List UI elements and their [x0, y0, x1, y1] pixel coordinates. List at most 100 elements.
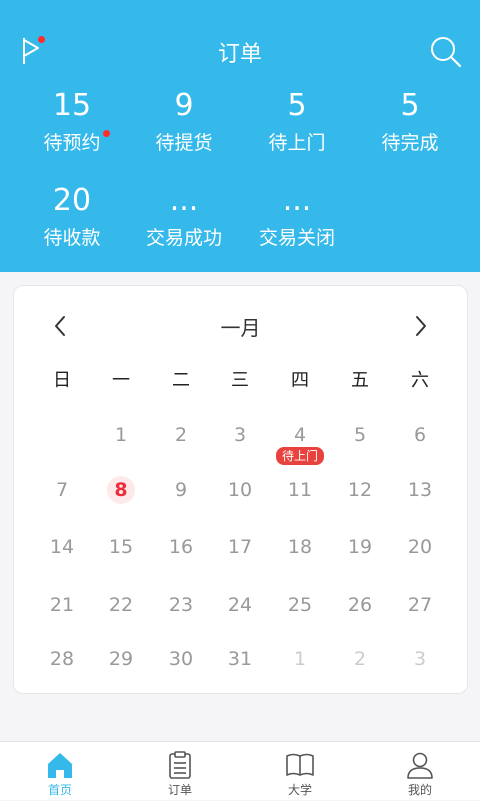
calendar-day[interactable]: 18 [270, 535, 330, 559]
calendar-day[interactable]: 30 [151, 647, 211, 671]
calendar-day[interactable]: 21 [32, 593, 92, 617]
tab-mine[interactable]: 我的 [360, 742, 480, 801]
day-number: 22 [108, 594, 134, 616]
day-number: 30 [168, 648, 194, 670]
day-number: 31 [227, 648, 253, 670]
stat-pending-visit[interactable]: 5 待上门 [237, 88, 357, 155]
day-number: 3 [413, 648, 427, 670]
stat-deal-success[interactable]: ... 交易成功 [124, 183, 244, 250]
calendar-day[interactable]: 2 [330, 647, 390, 671]
calendar-day[interactable]: 1 [91, 423, 151, 447]
day-number: 2 [353, 648, 367, 670]
day-number: 1 [114, 424, 128, 446]
stat-pending-pickup[interactable]: 9 待提货 [124, 88, 244, 155]
calendar-day[interactable]: 28 [32, 647, 92, 671]
calendar-day[interactable]: 27 [390, 593, 450, 617]
stat-value: 5 [400, 88, 420, 123]
calendar-day[interactable]: 29 [91, 647, 151, 671]
calendar-day[interactable]: 4 待上门 [270, 423, 330, 465]
stat-value: 5 [287, 88, 307, 123]
day-number: 5 [353, 424, 367, 446]
user-icon [405, 750, 435, 780]
day-number: 15 [108, 536, 134, 558]
calendar-day[interactable]: 9 [151, 478, 211, 502]
header: 订单 15 待预约 9 待提货 5 待上门 5 待完成 20 待收款 ... 交… [0, 0, 480, 272]
calendar-day[interactable]: 5 [330, 423, 390, 447]
calendar-day[interactable]: 22 [91, 593, 151, 617]
tab-orders[interactable]: 订单 [120, 742, 240, 801]
calendar-day[interactable]: 25 [270, 593, 330, 617]
stat-label: 交易成功 [145, 227, 222, 249]
day-number: 27 [407, 594, 433, 616]
calendar-day[interactable]: 17 [210, 535, 270, 559]
calendar-day[interactable]: 24 [210, 593, 270, 617]
tab-label: 大学 [287, 783, 312, 797]
stat-pending-complete[interactable]: 5 待完成 [350, 88, 470, 155]
day-number: 24 [227, 594, 253, 616]
day-number: 8 [107, 476, 135, 504]
calendar-day[interactable]: 19 [330, 535, 390, 559]
calendar-day[interactable]: 26 [330, 593, 390, 617]
stat-label: 待收款 [43, 227, 101, 249]
bottom-tab-bar: 首页 订单 大学 我的 [0, 741, 480, 800]
day-number: 9 [174, 479, 188, 501]
calendar-day[interactable]: 11 [270, 478, 330, 502]
home-icon [45, 750, 75, 780]
tab-label: 订单 [167, 783, 192, 797]
stat-label: 待预约 [43, 132, 101, 154]
calendar-day[interactable]: 7 [32, 478, 92, 502]
calendar-day[interactable]: 3 [390, 647, 450, 671]
calendar-day[interactable]: 14 [32, 535, 92, 559]
calendar-day[interactable]: 12 [330, 478, 390, 502]
tab-university[interactable]: 大学 [240, 742, 360, 801]
calendar-day[interactable]: 16 [151, 535, 211, 559]
calendar-day[interactable]: 15 [91, 535, 151, 559]
stat-label: 待完成 [381, 132, 439, 154]
day-number: 10 [227, 479, 253, 501]
clipboard-icon [165, 750, 195, 780]
search-icon[interactable] [428, 34, 464, 70]
stat-value: ... [282, 183, 312, 218]
calendar-day[interactable]: 2 [151, 423, 211, 447]
calendar-day[interactable]: 13 [390, 478, 450, 502]
day-number: 29 [108, 648, 134, 670]
calendar-day[interactable]: 1 [270, 647, 330, 671]
day-number: 1 [293, 648, 307, 670]
tab-label: 首页 [47, 783, 72, 797]
event-badge: 待上门 [275, 447, 325, 465]
calendar-day[interactable]: 31 [210, 647, 270, 671]
day-number: 2 [174, 424, 188, 446]
stat-deal-closed[interactable]: ... 交易关闭 [237, 183, 357, 250]
day-number: 19 [347, 536, 373, 558]
day-number: 17 [227, 536, 253, 558]
calendar-day[interactable]: 10 [210, 478, 270, 502]
stat-pending-payment[interactable]: 20 待收款 [12, 183, 132, 250]
calendar-day[interactable]: 3 [210, 423, 270, 447]
day-number: 21 [49, 594, 75, 616]
calendar-day[interactable]: 20 [390, 535, 450, 559]
notification-dot [102, 130, 110, 137]
stat-pending-booking[interactable]: 15 待预约 [12, 88, 132, 155]
tab-home[interactable]: 首页 [0, 742, 120, 801]
calendar-card: 一月 日 一 二 三 四 五 六 1 2 3 4 待上门 5 6 7 8 9 10 11 12 13 14 1… [13, 285, 468, 694]
day-number: 28 [49, 648, 75, 670]
day-number: 26 [347, 594, 373, 616]
calendar-grid: 1 2 3 4 待上门 5 6 7 8 9 10 11 12 13 14 15 16 17 18 19 20 21 22 23… [14, 286, 467, 693]
page-title: 订单 [217, 42, 262, 67]
calendar-day[interactable]: 8 [91, 476, 151, 504]
day-number: 13 [407, 479, 433, 501]
stat-value: 9 [174, 88, 194, 123]
stat-value: 20 [52, 183, 92, 218]
book-icon [285, 750, 315, 780]
calendar-day[interactable]: 23 [151, 593, 211, 617]
day-number: 7 [55, 479, 69, 501]
day-number: 16 [168, 536, 194, 558]
stat-label: 交易关闭 [258, 227, 335, 249]
day-number: 6 [413, 424, 427, 446]
day-number: 12 [347, 479, 373, 501]
calendar-day[interactable]: 6 [390, 423, 450, 447]
day-number: 20 [407, 536, 433, 558]
stat-label: 待上门 [268, 132, 326, 154]
day-number: 4 [293, 424, 307, 446]
stat-value: 15 [52, 88, 92, 123]
